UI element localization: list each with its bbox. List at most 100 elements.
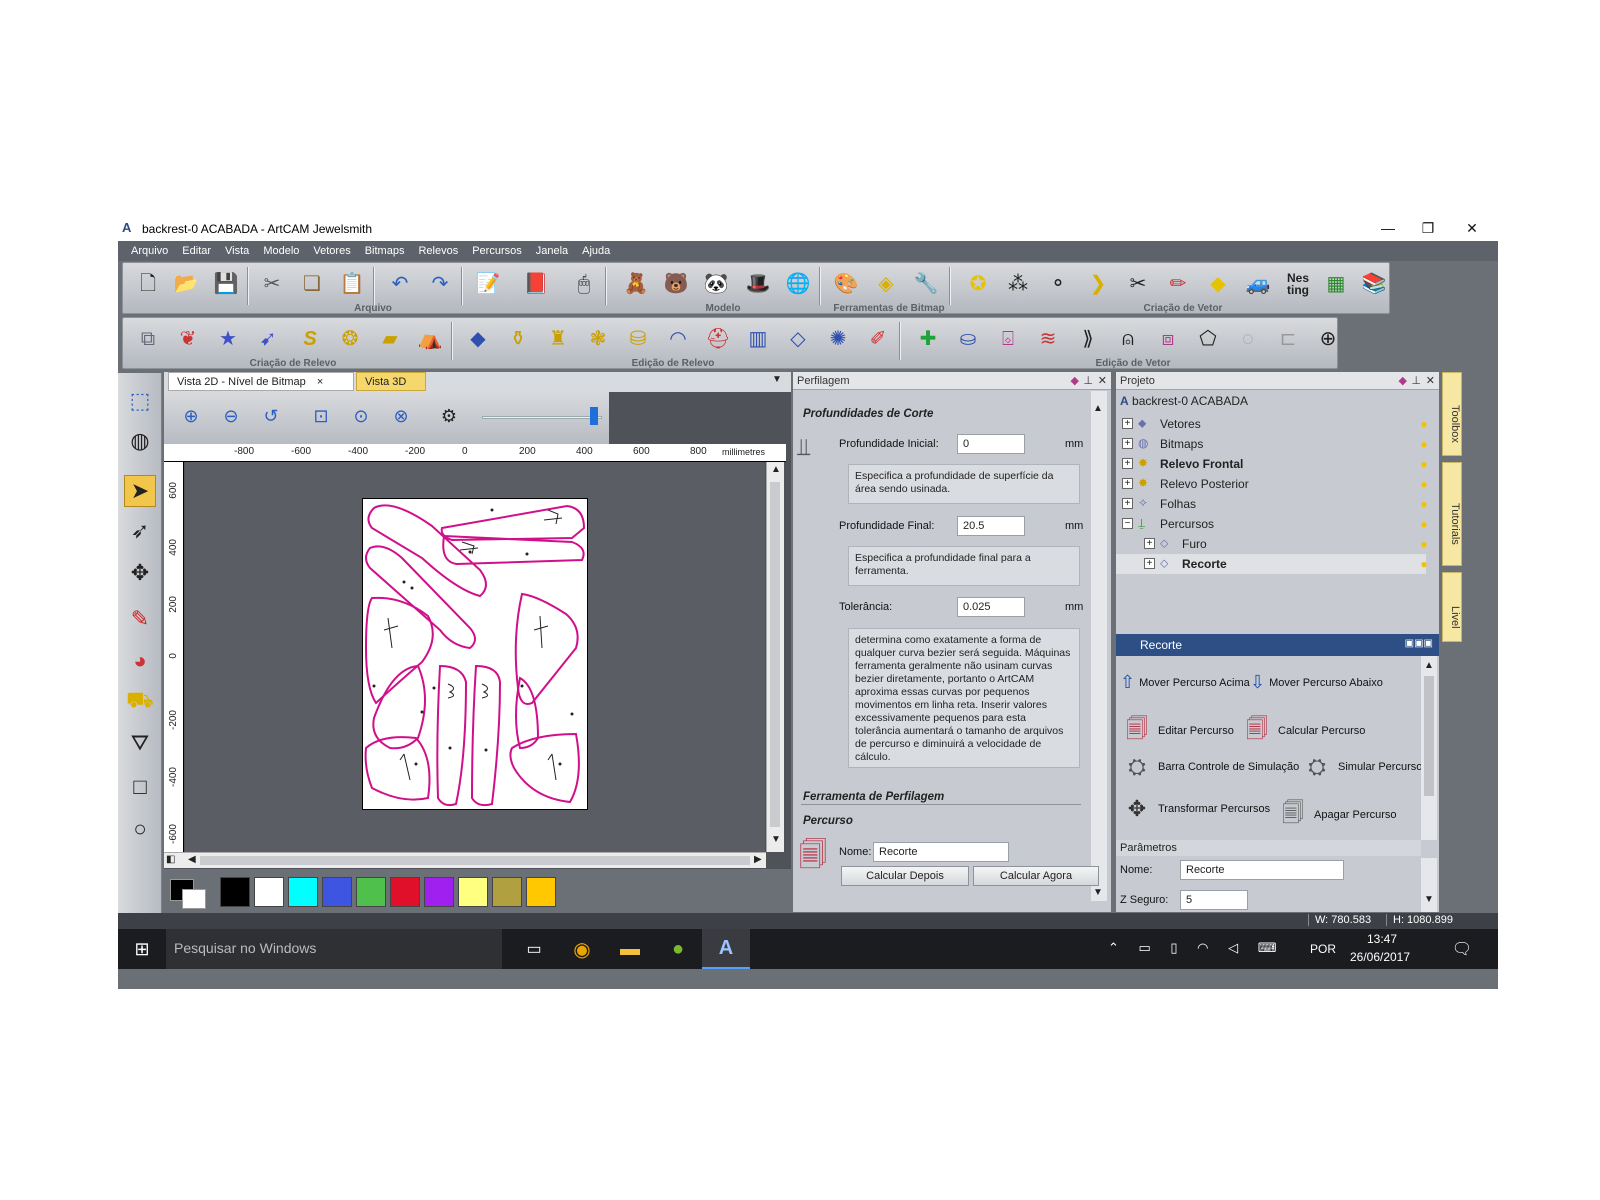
vector-star-icon[interactable]: ✪ xyxy=(963,269,993,299)
vector-text-icon[interactable]: 🚙 xyxy=(1243,269,1273,299)
save-icon[interactable]: 💾 xyxy=(211,269,241,299)
menu-bitmaps[interactable]: Bitmaps xyxy=(358,241,412,261)
undo-icon[interactable]: ↶ xyxy=(385,269,415,299)
zoom-slider-thumb[interactable] xyxy=(590,407,598,425)
tree-expand-icon[interactable]: + xyxy=(1122,498,1133,509)
visibility-bulb-icon[interactable]: ● xyxy=(1418,477,1430,491)
calculate-toolpath-button[interactable]: 🗐 Calcular Percurso xyxy=(1240,712,1365,750)
tree-item[interactable]: − ⍊ Percursos ● xyxy=(1116,514,1428,534)
tree-expand-icon[interactable]: + xyxy=(1144,558,1155,569)
scroll-right-icon[interactable]: ▶ xyxy=(754,854,762,865)
vector-join-icon[interactable]: ⬠ xyxy=(1193,324,1223,354)
tree-item[interactable]: + ⬥ Vetores ● xyxy=(1116,414,1428,434)
scroll-left-icon[interactable]: ◀ xyxy=(188,854,196,865)
tree-item[interactable]: + ⬦ Recorte ● xyxy=(1116,554,1428,574)
relief-star-icon[interactable]: ★ xyxy=(213,324,243,354)
tree-item[interactable]: + ✸ Relevo Posterior ● xyxy=(1116,474,1428,494)
side-tab-tutorials[interactable]: Tutorials xyxy=(1442,462,1462,566)
tab-vista-2d[interactable]: Vista 2D - Nível de Bitmap × xyxy=(168,372,354,391)
tree-item[interactable]: + ⬦ Furo ● xyxy=(1116,534,1428,554)
actions-scrollbar[interactable]: ▲ xyxy=(1421,656,1437,840)
ruler-toggle-icon[interactable]: ◧ xyxy=(166,854,175,865)
menu-vetores[interactable]: Vetores xyxy=(306,241,357,261)
bitmap-vectorise-icon[interactable]: ◈ xyxy=(871,269,901,299)
minimize-button[interactable]: — xyxy=(1368,218,1408,238)
bitmap-color-icon[interactable]: 🎨 xyxy=(831,269,861,299)
globe-icon[interactable]: ◍ xyxy=(124,425,156,457)
relief-wrap-icon[interactable]: ◠ xyxy=(663,324,693,354)
final-depth-field[interactable]: 20.5 xyxy=(957,516,1025,536)
relief-texture-icon[interactable]: ✺ xyxy=(823,324,853,354)
view-settings-icon[interactable]: ⚙ xyxy=(434,401,464,431)
menu-relevos[interactable]: Relevos xyxy=(411,241,465,261)
toolpath-name-field[interactable]: Recorte xyxy=(873,842,1009,862)
new-file-icon[interactable]: 🗋 xyxy=(133,269,163,299)
vector-grid-icon[interactable]: ▦ xyxy=(1321,269,1351,299)
vector-align-icon[interactable]: ⊕ xyxy=(1313,324,1343,354)
vector-bell-icon[interactable]: ⍝ xyxy=(1113,324,1143,354)
vector-weld-icon[interactable]: ⧈ xyxy=(1153,324,1183,354)
tree-expand-icon[interactable]: + xyxy=(1122,438,1133,449)
relief-sweep-icon[interactable]: S xyxy=(295,324,325,354)
params-scrollbar[interactable]: ▼ xyxy=(1421,858,1437,912)
vector-open-icon[interactable]: ⊏ xyxy=(1273,324,1303,354)
params-scroll-down-icon[interactable]: ▼ xyxy=(1424,894,1434,905)
horizontal-scroll-thumb[interactable] xyxy=(200,856,750,865)
tree-expand-icon[interactable]: + xyxy=(1122,458,1133,469)
perf-scroll-up-icon[interactable]: ▲ xyxy=(1093,403,1103,414)
actions-scroll-thumb[interactable] xyxy=(1424,676,1434,796)
visibility-bulb-icon[interactable]: ● xyxy=(1418,417,1430,431)
zoom-all-icon[interactable]: ⊗ xyxy=(386,401,416,431)
visibility-bulb-icon[interactable]: ● xyxy=(1418,497,1430,511)
nesting-icon[interactable]: Nes ting xyxy=(1283,269,1313,299)
relief-erase-icon[interactable]: ✐ xyxy=(863,324,893,354)
visibility-bulb-icon[interactable]: ● xyxy=(1418,537,1430,551)
bitmap-sheet[interactable] xyxy=(362,498,588,810)
panel-close-icon[interactable]: ✕ xyxy=(1098,374,1107,387)
menu-modelo[interactable]: Modelo xyxy=(256,241,306,261)
zoom-fit-icon[interactable]: ⊙ xyxy=(346,401,376,431)
vector-bracket-icon[interactable]: ⟫ xyxy=(1073,324,1103,354)
tree-collapse-icon[interactable]: − xyxy=(1122,518,1133,529)
palette-swatch[interactable] xyxy=(526,877,556,907)
palette-swatch[interactable] xyxy=(458,877,488,907)
zoom-window-icon[interactable]: ⬚ xyxy=(124,385,156,417)
menu-percursos[interactable]: Percursos xyxy=(465,241,529,261)
palette-swatch[interactable] xyxy=(220,877,250,907)
zoom-slider[interactable] xyxy=(482,416,602,419)
vector-trim-icon[interactable]: ✂ xyxy=(1123,269,1153,299)
perfilagem-scrollbar[interactable]: ▲ ▼ xyxy=(1091,391,1107,901)
model-bitmap-icon[interactable]: 🐼 xyxy=(701,269,731,299)
relief-tilt-icon[interactable]: ◇ xyxy=(783,324,813,354)
move-down-button[interactable]: ⇩ Mover Percurso Abaixo xyxy=(1250,672,1383,693)
relief-extrude-icon[interactable]: ➹ xyxy=(253,324,283,354)
tray-icons[interactable]: ⌃ ▭ ▯ ◠ ◁ ⌨ xyxy=(1108,940,1285,956)
pencil-icon[interactable]: ✎ xyxy=(124,603,156,635)
cut-icon[interactable]: ✂ xyxy=(257,269,287,299)
palette-swatch[interactable] xyxy=(492,877,522,907)
simulation-bar-button[interactable]: ⛭ Barra Controle de Simulação xyxy=(1120,754,1299,780)
help-pointer-icon[interactable]: 🖱 xyxy=(569,269,599,299)
clock-date[interactable]: 26/06/2017 xyxy=(1340,950,1420,964)
vertical-scrollbar[interactable]: ▲ ▼ xyxy=(766,462,784,852)
calculate-now-button[interactable]: Calcular Agora xyxy=(973,866,1099,886)
secondary-color-swatch[interactable] xyxy=(182,889,206,909)
menu-editar[interactable]: Editar xyxy=(175,241,218,261)
vector-draw-icon[interactable]: ✏ xyxy=(1163,269,1193,299)
relief-stamp-icon[interactable]: ♜ xyxy=(543,324,573,354)
projeto-book-icon[interactable]: ◆ xyxy=(1399,374,1407,387)
tree-expand-icon[interactable]: + xyxy=(1144,538,1155,549)
zoom-in-icon[interactable]: ⊕ xyxy=(176,401,206,431)
projeto-pin-icon[interactable]: ⊥ xyxy=(1411,374,1421,387)
menu-vista[interactable]: Vista xyxy=(218,241,256,261)
tree-item[interactable]: + ✧ Folhas ● xyxy=(1116,494,1428,514)
vector-mirror-icon[interactable]: ⌺ xyxy=(993,324,1023,354)
relief-sculpt-icon[interactable]: ⛑ xyxy=(703,324,733,354)
scroll-up-icon[interactable]: ▲ xyxy=(771,464,781,475)
circle-icon[interactable]: ○ xyxy=(124,813,156,845)
model-size-icon[interactable]: 🧸 xyxy=(621,269,651,299)
paste-icon[interactable]: 📋 xyxy=(337,269,367,299)
palette-swatch[interactable] xyxy=(390,877,420,907)
recorte-header-buttons-icon[interactable]: ▣▣▣ xyxy=(1405,638,1433,649)
panel-book-icon[interactable]: ◆ xyxy=(1071,374,1079,387)
